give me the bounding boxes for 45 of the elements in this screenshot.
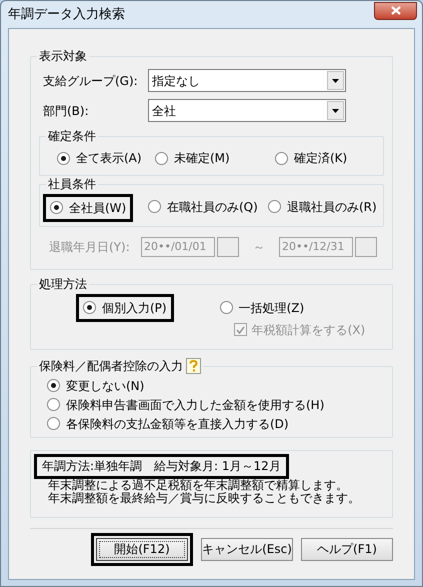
help-icon[interactable] [186, 358, 201, 374]
description-text: 年末調整による過不足税額を年末調整額で精算します。 [47, 478, 349, 492]
radio-button[interactable] [148, 200, 161, 214]
dialog-button[interactable]: キャンセル(Esc) [201, 538, 293, 560]
range-separator: ～ [253, 238, 265, 256]
group-title: 処理方法 [37, 276, 89, 292]
radio-option[interactable]: 保険料申告書画面で入力した金額を使用する(H) [47, 396, 392, 414]
field-label: 退職年月日(Y): [49, 238, 131, 256]
field-label: 部門(B): [43, 102, 90, 120]
radio-option[interactable]: 一括処理(Z) [220, 298, 366, 316]
window-title: 年調データ入力検索 [8, 6, 125, 24]
radio-button[interactable] [220, 301, 233, 314]
close-button[interactable] [374, 2, 417, 20]
radio-button[interactable] [275, 152, 288, 164]
date-picker-button[interactable] [217, 236, 239, 256]
radio-button[interactable] [47, 398, 60, 411]
radio-button[interactable] [268, 200, 281, 214]
radio-option[interactable]: 変更しない(N) [47, 376, 392, 394]
radio-option[interactable]: 全社員(W) [50, 198, 126, 216]
close-icon [390, 6, 400, 15]
radio-button[interactable] [50, 201, 63, 214]
radio-option[interactable]: 退職社員のみ(R) [268, 198, 380, 216]
dialog-button[interactable]: ヘルプ(F1) [301, 538, 393, 560]
radio-option[interactable]: 在職社員のみ(Q) [148, 198, 268, 216]
dropdown-field[interactable]: 指定なし [148, 69, 346, 92]
radio-button[interactable] [83, 301, 96, 314]
radio-option[interactable]: 全て表示(A) [57, 149, 141, 167]
radio-option[interactable]: 未確定(M) [155, 149, 261, 167]
radio-button[interactable] [57, 152, 70, 164]
radio-button[interactable] [155, 152, 168, 164]
radio-button[interactable] [47, 417, 60, 430]
group-title: 確定条件 [46, 128, 98, 144]
group-title: 保険料／配偶者控除の入力 [37, 358, 203, 374]
group-title: 表示対象 [37, 48, 89, 64]
description-text: 年末調整額を最終給与／賞与に反映することもできます。 [47, 492, 361, 504]
radio-option[interactable]: 個別入力(P) [83, 298, 167, 316]
group-title: 社員条件 [46, 176, 98, 192]
radio-option[interactable]: 各保険料の支払金額等を直接入力する(D) [47, 414, 392, 432]
date-picker-button[interactable] [355, 236, 377, 256]
dropdown-field[interactable]: 全社 [148, 99, 346, 122]
summary-text: 年調方法:単独年調 給与対象月: 1月～12月 [42, 460, 281, 472]
field-label: 支給グループ(G): [43, 72, 139, 90]
radio-button[interactable] [47, 379, 60, 392]
radio-option[interactable]: 確定済(K) [275, 149, 366, 167]
dialog-button[interactable]: 開始(F12) [96, 538, 188, 560]
